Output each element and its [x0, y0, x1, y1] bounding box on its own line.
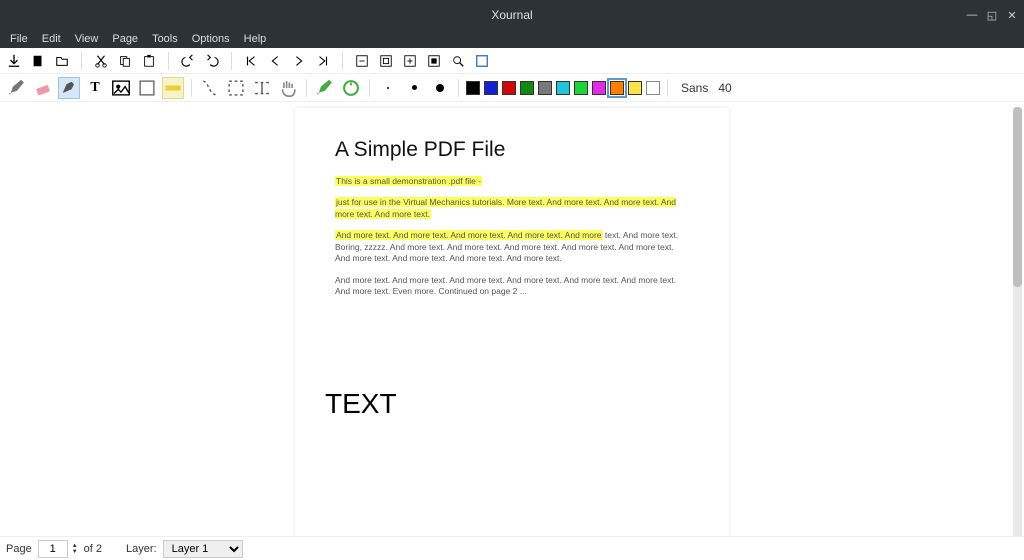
select-rect-tool[interactable]: [225, 77, 247, 99]
menu-page[interactable]: Page: [106, 31, 144, 47]
separator: [342, 52, 343, 70]
thin-icon[interactable]: [377, 77, 399, 99]
zoom-out-icon[interactable]: [354, 53, 370, 69]
separator: [369, 79, 370, 97]
last-page-icon[interactable]: [315, 53, 331, 69]
thick-icon[interactable]: [429, 77, 451, 99]
page-total: of 2: [84, 543, 102, 555]
document-page[interactable]: A Simple PDF File This is a small demons…: [295, 108, 729, 536]
highlight3: And more text. And more text. And more t…: [335, 230, 603, 240]
highlight1: This is a small demonstration .pdf file …: [335, 176, 482, 186]
vertical-scrollbar[interactable]: [1013, 107, 1022, 536]
fit-width-icon[interactable]: [426, 53, 442, 69]
select-region-tool[interactable]: [199, 77, 221, 99]
main-toolbar: [0, 48, 1024, 74]
tools-toolbar: T Sans 40: [0, 74, 1024, 102]
font-size-label[interactable]: 40: [718, 81, 731, 95]
menubar: File Edit View Page Tools Options Help: [0, 30, 1024, 48]
menu-help[interactable]: Help: [238, 31, 273, 47]
close-icon[interactable]: ✕: [1006, 9, 1018, 22]
scrollbar-thumb[interactable]: [1013, 107, 1022, 287]
default-tool[interactable]: [340, 77, 362, 99]
window-controls: — ◱ ✕: [966, 9, 1018, 22]
color-white[interactable]: [646, 81, 660, 95]
color-black[interactable]: [466, 81, 480, 95]
color-magenta[interactable]: [592, 81, 606, 95]
menu-options[interactable]: Options: [186, 31, 236, 47]
medium-icon[interactable]: [403, 77, 425, 99]
separator: [168, 52, 169, 70]
prev-page-icon[interactable]: [267, 53, 283, 69]
color-blue[interactable]: [484, 81, 498, 95]
image-tool[interactable]: [110, 77, 132, 99]
statusbar: Page ▲▼ of 2 Layer: Layer 1: [0, 536, 1024, 560]
separator: [81, 52, 82, 70]
new-icon[interactable]: [30, 53, 46, 69]
separator: [231, 52, 232, 70]
zoom-in-icon[interactable]: [402, 53, 418, 69]
layer-label: Layer:: [126, 543, 157, 555]
color-orange[interactable]: [610, 81, 624, 95]
copy-icon[interactable]: [117, 53, 133, 69]
color-palette: [466, 81, 660, 95]
undo-icon[interactable]: [180, 53, 196, 69]
page-number-input[interactable]: [38, 540, 68, 558]
pen-tool[interactable]: [6, 77, 28, 99]
menu-file[interactable]: File: [4, 31, 34, 47]
ruler-tool[interactable]: [162, 77, 184, 99]
color-gray[interactable]: [538, 81, 552, 95]
highlight2: just for use in the Virtual Mechanics tu…: [335, 197, 676, 218]
separator: [667, 79, 668, 97]
text-annotation[interactable]: TEXT: [325, 388, 397, 420]
color-lightgreen[interactable]: [574, 81, 588, 95]
cut-icon[interactable]: [93, 53, 109, 69]
minimize-icon[interactable]: —: [966, 9, 978, 22]
doc-title: A Simple PDF File: [335, 138, 689, 162]
color-yellow[interactable]: [628, 81, 642, 95]
menu-edit[interactable]: Edit: [36, 31, 67, 47]
menu-tools[interactable]: Tools: [146, 31, 184, 47]
maximize-icon[interactable]: ◱: [986, 9, 998, 22]
paste-icon[interactable]: [141, 53, 157, 69]
hand-tool[interactable]: [277, 77, 299, 99]
layer-select[interactable]: Layer 1: [163, 540, 243, 558]
eraser-tool[interactable]: [32, 77, 54, 99]
font-family-label[interactable]: Sans: [681, 81, 708, 95]
doc-p3: And more text. And more text. And more t…: [335, 230, 689, 264]
color-red[interactable]: [502, 81, 516, 95]
save-icon[interactable]: [6, 53, 22, 69]
spin-down-icon[interactable]: ▼: [72, 549, 78, 555]
separator: [191, 79, 192, 97]
open-icon[interactable]: [54, 53, 70, 69]
page-spinner[interactable]: ▲▼: [72, 543, 78, 555]
zoom-icon[interactable]: [450, 53, 466, 69]
color-green[interactable]: [520, 81, 534, 95]
canvas-area[interactable]: A Simple PDF File This is a small demons…: [0, 102, 1024, 536]
menu-view[interactable]: View: [69, 31, 105, 47]
color-lightblue[interactable]: [556, 81, 570, 95]
default-pen-tool[interactable]: [314, 77, 336, 99]
redo-icon[interactable]: [204, 53, 220, 69]
text-tool[interactable]: T: [84, 77, 106, 99]
separator: [458, 79, 459, 97]
doc-p2: just for use in the Virtual Mechanics tu…: [335, 197, 689, 220]
vertical-space-tool[interactable]: [251, 77, 273, 99]
titlebar: Xournal — ◱ ✕: [0, 0, 1024, 30]
next-page-icon[interactable]: [291, 53, 307, 69]
fit-page-icon[interactable]: [378, 53, 394, 69]
doc-p1: This is a small demonstration .pdf file …: [335, 176, 689, 187]
doc-p4: And more text. And more text. And more t…: [335, 275, 689, 298]
highlighter-tool[interactable]: [58, 77, 80, 99]
separator: [306, 79, 307, 97]
window-title: Xournal: [491, 8, 532, 22]
fullscreen-icon[interactable]: [474, 53, 490, 69]
shape-recognizer-tool[interactable]: [136, 77, 158, 99]
first-page-icon[interactable]: [243, 53, 259, 69]
page-label: Page: [6, 543, 32, 555]
